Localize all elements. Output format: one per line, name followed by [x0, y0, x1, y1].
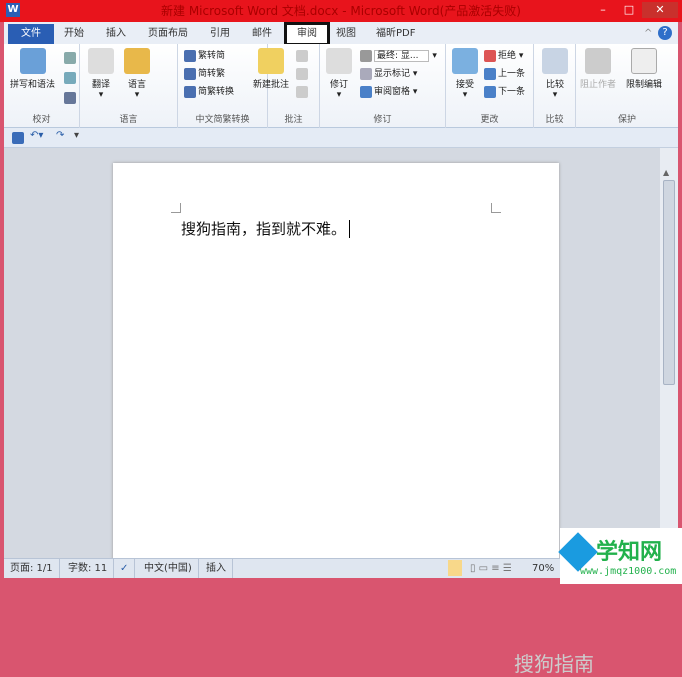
tab-insert[interactable]: 插入 [106, 24, 126, 44]
tab-references[interactable]: 引用 [210, 24, 230, 44]
reviewing-pane-button[interactable]: 审阅窗格 ▾ [360, 84, 417, 98]
accept-button[interactable]: 接受 ▾ [452, 48, 478, 100]
page-count[interactable]: 页面: 1/1 [4, 559, 60, 578]
block-authors-button: 阻止作者 [580, 48, 616, 90]
track-changes-icon [326, 48, 352, 74]
word-count-icon[interactable] [64, 92, 76, 104]
collapse-ribbon-icon[interactable]: ^ [644, 24, 652, 44]
undo-icon[interactable]: ↶▾ [30, 130, 43, 141]
t2s-icon [184, 49, 196, 62]
next-comment-icon[interactable] [296, 86, 308, 98]
tab-review[interactable]: 审阅 [284, 22, 330, 46]
margin-mark [491, 203, 501, 213]
customize-qat-icon[interactable]: ▾ [74, 130, 79, 141]
document-page[interactable]: 搜狗指南，指到就不难。 [113, 163, 559, 563]
delete-comment-icon[interactable] [296, 50, 308, 62]
window-title: 新建 Microsoft Word 文档.docx - Microsoft Wo… [161, 4, 521, 18]
margin-mark [171, 203, 181, 213]
comment-icon [258, 48, 284, 74]
s2t-icon [184, 67, 196, 80]
view-icons[interactable]: ▯ ▭ ≡ ☰ [464, 559, 518, 578]
reject-button[interactable]: 拒绝 ▾ [484, 48, 523, 62]
ribbon-tabs: 文件 开始 插入 页面布局 引用 邮件 审阅 视图 福昕PDF ^ ? [4, 22, 678, 46]
group-protect: 阻止作者 限制编辑 保护 [576, 44, 678, 128]
display-icon [360, 49, 372, 62]
language-button[interactable]: 语言 ▾ [124, 48, 150, 100]
previous-icon [484, 67, 496, 80]
word-app-icon[interactable]: W [6, 3, 20, 17]
research-icon[interactable] [64, 52, 76, 64]
language-icon [124, 48, 150, 74]
document-text[interactable]: 搜狗指南，指到就不难。 [181, 218, 355, 239]
restrict-editing-button[interactable]: 限制编辑 [626, 48, 662, 90]
show-markup-button[interactable]: 显示标记 ▾ [360, 66, 417, 80]
convert-button[interactable]: 简繁转换 [184, 84, 234, 98]
tab-file[interactable]: 文件 [8, 24, 54, 44]
block-authors-icon [585, 48, 611, 74]
s2t-button[interactable]: 简转繁 [184, 66, 225, 80]
group-tracking: 修订 ▾ 最终: 显... ▾ 显示标记 ▾ 审阅窗格 ▾ 修订 [320, 44, 446, 128]
group-comments: 新建批注 批注 [253, 44, 320, 128]
quick-access-toolbar: ↶▾ ↷ ▾ [4, 128, 678, 148]
tab-page-layout[interactable]: 页面布局 [148, 24, 188, 44]
track-changes-button[interactable]: 修订 ▾ [326, 48, 352, 100]
title-bar: W 新建 Microsoft Word 文档.docx - Microsoft … [0, 0, 682, 22]
accept-icon [452, 48, 478, 74]
sogou-watermark: 搜狗指南 [514, 652, 594, 676]
maximize-button[interactable]: □ [616, 2, 642, 18]
word-count[interactable]: 字数: 11 [62, 559, 115, 578]
tab-mailings[interactable]: 邮件 [252, 24, 272, 44]
spelling-grammar-button[interactable]: 拼写和语法 [10, 48, 55, 90]
translate-button[interactable]: 翻译 ▾ [88, 48, 114, 100]
document-area: 搜狗指南，指到就不难。 搜狗指南 [4, 148, 660, 676]
tab-view[interactable]: 视图 [336, 24, 356, 44]
new-comment-button[interactable]: 新建批注 [246, 48, 296, 90]
pane-icon [360, 85, 372, 98]
compare-icon [542, 48, 568, 74]
group-language: 翻译 ▾ 语言 ▾ 语言 [80, 44, 178, 128]
vertical-scrollbar[interactable]: ▲ [660, 148, 678, 558]
compare-button[interactable]: 比较 ▾ [542, 48, 568, 100]
reject-icon [484, 49, 496, 62]
tab-home[interactable]: 开始 [64, 24, 84, 44]
language-status[interactable]: 中文(中国) [138, 559, 199, 578]
tab-foxit-pdf[interactable]: 福昕PDF [376, 24, 415, 44]
display-for-review-select[interactable]: 最终: 显... ▾ [360, 48, 437, 62]
markup-icon [360, 67, 372, 80]
close-button[interactable]: ✕ [642, 2, 678, 18]
next-change-button[interactable]: 下一条 [484, 84, 525, 98]
group-compare: 比较 ▾ 比较 [534, 44, 576, 128]
zoom-level[interactable]: 70% [526, 559, 560, 578]
group-proofing: 拼写和语法 校对 [4, 44, 80, 128]
translate-icon [88, 48, 114, 74]
group-changes: 接受 ▾ 拒绝 ▾ 上一条 下一条 更改 [446, 44, 534, 128]
previous-change-button[interactable]: 上一条 [484, 66, 525, 80]
next-icon [484, 85, 496, 98]
convert-icon [184, 85, 196, 98]
insert-mode[interactable]: 插入 [200, 559, 233, 578]
save-icon[interactable] [12, 132, 24, 144]
print-layout-icon[interactable] [448, 560, 462, 576]
ribbon: 拼写和语法 校对 翻译 ▾ 语言 ▾ 语言 繁转简 简转繁 简繁转换 中文简繁转换 … [4, 44, 678, 128]
site-watermark: 学知网 www.jmqz1000.com [558, 528, 682, 584]
prev-comment-icon[interactable] [296, 68, 308, 80]
proofing-icon[interactable]: ✓ [114, 559, 136, 578]
scroll-up-icon[interactable]: ▲ [663, 168, 669, 177]
help-icon[interactable]: ? [658, 26, 672, 40]
minimize-button[interactable]: – [590, 2, 616, 18]
redo-icon[interactable]: ↷ [56, 130, 64, 141]
thesaurus-icon[interactable] [64, 72, 76, 84]
t2s-button[interactable]: 繁转简 [184, 48, 225, 62]
scroll-thumb[interactable] [663, 180, 675, 385]
restrict-editing-icon [631, 48, 657, 74]
text-cursor [349, 220, 355, 238]
spellcheck-icon [19, 48, 46, 74]
